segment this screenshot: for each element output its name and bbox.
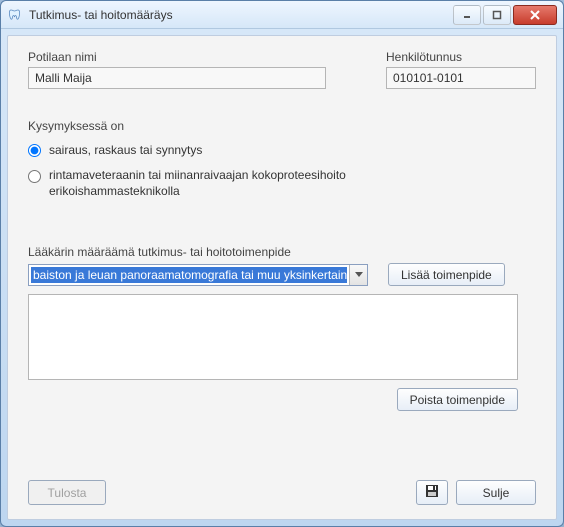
close-window-button[interactable] [513,5,557,25]
client-area: Potilaan nimi Henkilötunnus Kysymyksessä… [7,35,557,520]
dialog-window: Tutkimus- tai hoitomääräys Potilaan nimi… [0,0,564,527]
close-button[interactable]: Sulje [456,480,536,505]
procedure-row: baiston ja leuan panoraamatomografia tai… [28,263,536,286]
procedure-label: Lääkärin määräämä tutkimus- tai hoitotoi… [28,245,536,259]
footer: Tulosta Sulje [28,480,536,505]
patient-id-field[interactable] [386,67,536,89]
procedure-listbox[interactable] [28,294,518,380]
question-group-label: Kysymyksessä on [28,119,536,133]
patient-name-label: Potilaan nimi [28,50,326,64]
save-button[interactable] [416,480,448,505]
add-procedure-button[interactable]: Lisää toimenpide [388,263,505,286]
titlebar[interactable]: Tutkimus- tai hoitomääräys [1,1,563,29]
patient-row: Potilaan nimi Henkilötunnus [28,50,536,89]
procedure-selected-text: baiston ja leuan panoraamatomografia tai… [31,267,347,283]
patient-id-group: Henkilötunnus [386,50,536,89]
patient-name-field[interactable] [28,67,326,89]
radio-option-sickness[interactable]: sairaus, raskaus tai synnytys [28,143,536,157]
radio-input-veteran[interactable] [28,170,41,183]
radio-input-sickness[interactable] [28,144,41,157]
tooth-icon [7,7,23,23]
chevron-down-icon[interactable] [349,265,367,285]
radio-option-veteran[interactable]: rintamaveteraanin tai miinanraivaajan ko… [28,167,408,199]
radio-label-veteran: rintamaveteraanin tai miinanraivaajan ko… [49,167,408,199]
procedure-combobox[interactable]: baiston ja leuan panoraamatomografia tai… [28,264,368,286]
floppy-icon [425,484,439,501]
patient-name-group: Potilaan nimi [28,50,326,89]
maximize-button[interactable] [483,5,511,25]
radio-label-sickness: sairaus, raskaus tai synnytys [49,143,202,157]
remove-procedure-button[interactable]: Poista toimenpide [397,388,518,411]
print-button[interactable]: Tulosta [28,480,106,505]
window-title: Tutkimus- tai hoitomääräys [29,8,451,22]
patient-id-label: Henkilötunnus [386,50,536,64]
minimize-button[interactable] [453,5,481,25]
